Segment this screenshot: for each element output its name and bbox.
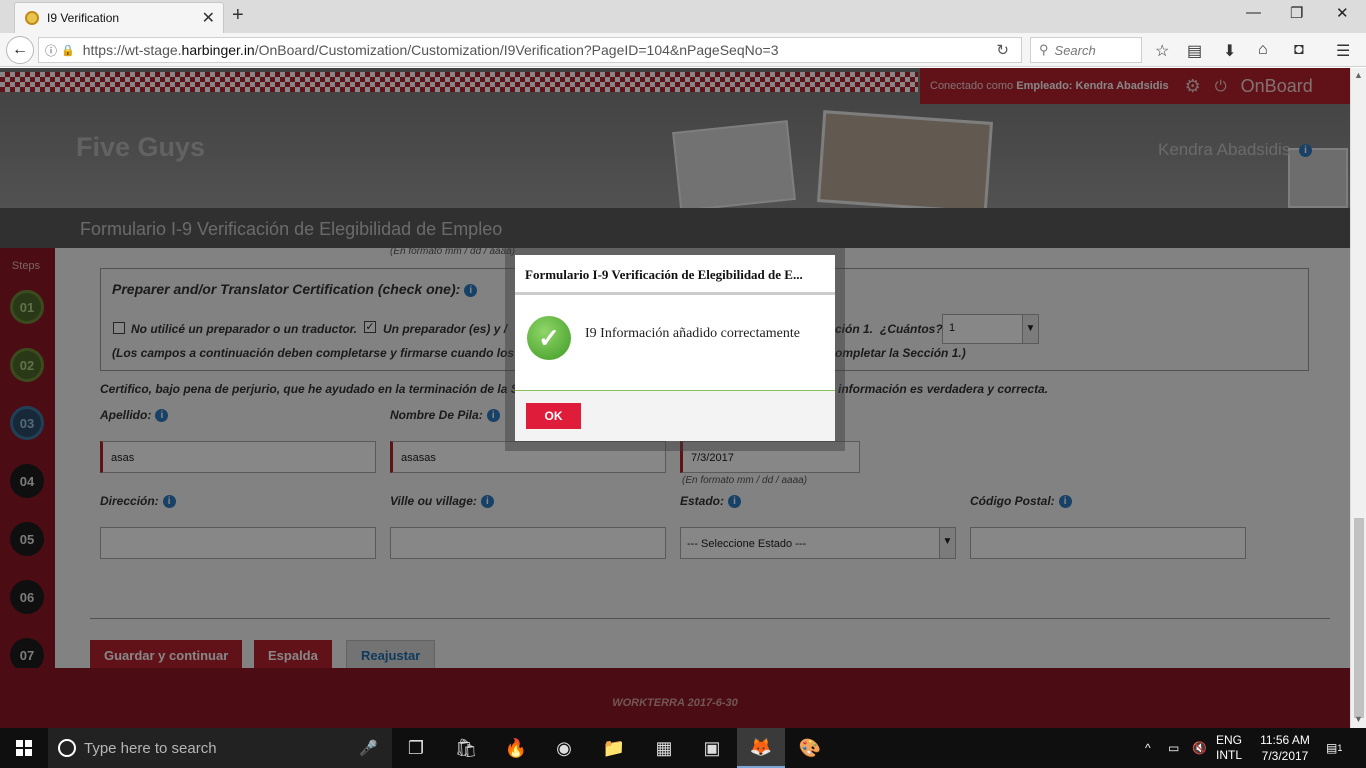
file-explorer-icon[interactable]: 📁 <box>590 728 638 768</box>
taskbar-search[interactable]: Type here to search 🎤 <box>48 728 392 768</box>
chrome-icon[interactable]: ◉ <box>540 728 588 768</box>
dialog-body: ✓ I9 Información añadido correctamente <box>515 295 835 391</box>
ok-button[interactable]: OK <box>526 403 581 429</box>
dialog-message: I9 Información añadido correctamente <box>585 326 800 341</box>
excel-icon[interactable]: ▦ <box>640 728 688 768</box>
language-indicator[interactable]: ENG INTL <box>1216 728 1242 768</box>
info-icon[interactable]: ⓘ <box>45 42 57 59</box>
paint-icon[interactable]: 🎨 <box>786 728 834 768</box>
notification-count: 1 <box>1337 743 1343 753</box>
url-text: https://wt-stage.harbinger.in/OnBoard/Cu… <box>82 42 779 58</box>
volume-muted-icon[interactable]: 🔇 <box>1192 728 1207 768</box>
menu-icon[interactable]: ☰ <box>1336 41 1350 61</box>
browser-search-input[interactable]: ⚲ Search <box>1030 37 1142 63</box>
close-tab-icon[interactable]: ✕ <box>202 8 215 28</box>
reload-icon[interactable]: ↻ <box>996 41 1009 59</box>
cortana-icon <box>58 739 76 757</box>
firefox-icon[interactable]: 🦊 <box>737 728 785 768</box>
vnc-icon[interactable]: ▣ <box>688 728 736 768</box>
new-tab-icon[interactable]: + <box>232 4 244 27</box>
browser-tab[interactable]: I9 Verification ✕ <box>14 2 224 33</box>
start-button[interactable] <box>0 728 48 768</box>
success-check-icon: ✓ <box>527 316 571 360</box>
success-dialog: Formulario I-9 Verificación de Elegibili… <box>515 255 835 441</box>
tab-title: I9 Verification <box>47 11 120 25</box>
clock-date: 7/3/2017 <box>1261 749 1309 763</box>
reading-list-icon[interactable]: ▤ <box>1187 41 1202 61</box>
home-icon[interactable]: ⌂ <box>1258 41 1268 59</box>
lock-icon[interactable]: 🔒 <box>61 44 75 57</box>
store-icon[interactable]: 🛍 <box>442 728 490 768</box>
scroll-up-icon[interactable]: ▲ <box>1354 70 1363 80</box>
clock-time: 11:56 AM <box>1260 733 1310 747</box>
tray-up-icon[interactable]: ^ <box>1145 728 1151 768</box>
search-icon: ⚲ <box>1039 42 1049 57</box>
browser-tabbar: I9 Verification ✕ + — ❐ ✕ <box>0 0 1366 33</box>
restore-icon[interactable]: ❐ <box>1290 4 1303 22</box>
pocket-icon[interactable]: ◘ <box>1294 41 1304 59</box>
microphone-icon[interactable]: 🎤 <box>359 739 378 757</box>
back-arrow-icon[interactable]: ← <box>6 36 34 64</box>
scroll-down-icon[interactable]: ▼ <box>1354 714 1363 724</box>
favicon-icon <box>25 11 39 25</box>
web-page: Five Guys Conectado como Empleado: Kendr… <box>0 68 1350 728</box>
close-window-icon[interactable]: ✕ <box>1336 4 1349 22</box>
app-flame-icon[interactable]: 🔥 <box>492 728 540 768</box>
browser-navbar: ← ⓘ 🔒 https://wt-stage.harbinger.in/OnBo… <box>0 33 1366 67</box>
dialog-footer: OK <box>515 391 835 441</box>
network-icon[interactable]: ▭ <box>1168 728 1179 768</box>
bookmark-star-icon[interactable]: ☆ <box>1155 41 1169 61</box>
action-center-icon[interactable]: ▤ 1 <box>1326 728 1342 768</box>
page-scrollbar[interactable]: ▲ ▼ <box>1350 68 1366 728</box>
clock[interactable]: 11:56 AM 7/3/2017 <box>1252 732 1318 764</box>
minimize-icon[interactable]: — <box>1246 4 1261 21</box>
scroll-thumb[interactable] <box>1354 518 1364 718</box>
windows-logo-icon <box>16 740 32 756</box>
url-bar[interactable]: ⓘ 🔒 https://wt-stage.harbinger.in/OnBoar… <box>38 37 1022 63</box>
dialog-title: Formulario I-9 Verificación de Elegibili… <box>515 255 835 295</box>
layout-label: INTL <box>1216 748 1243 762</box>
language-label: ENG <box>1216 733 1243 747</box>
download-icon[interactable]: ⬇ <box>1223 41 1236 61</box>
task-view-icon[interactable]: ❐ <box>392 728 440 768</box>
windows-taskbar: Type here to search 🎤 ❐ 🛍 🔥 ◉ 📁 ▦ ▣ 🦊 🎨 … <box>0 728 1366 768</box>
